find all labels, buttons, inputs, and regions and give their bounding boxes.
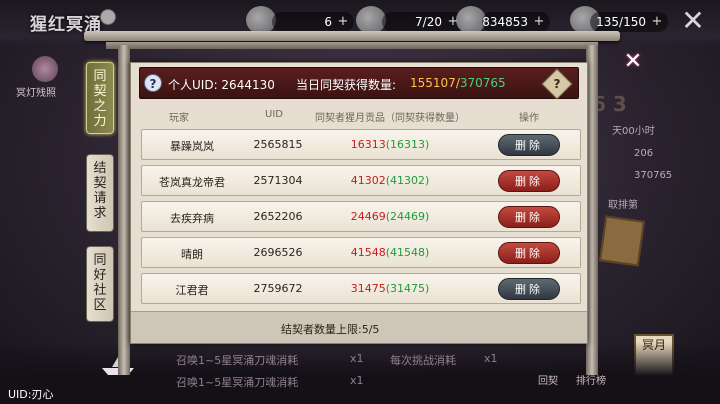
gained-value: (31475): [385, 282, 430, 295]
logo-badge-icon: [100, 9, 116, 25]
tab-label: 结契请求: [93, 161, 107, 221]
player-name: 暴躁岚岚: [170, 140, 214, 153]
tab-label: 同好社区: [93, 253, 107, 313]
info-icon-glyph: ?: [553, 77, 561, 91]
amount-value: 41548: [350, 246, 386, 259]
bg-line-2: 召唤1~5星冥涌刀魂消耗: [176, 376, 299, 389]
bg-line-6: x1: [484, 352, 498, 365]
remove-button[interactable]: 删除: [498, 134, 560, 156]
bg-line-5: 每次挑战消耗: [390, 354, 456, 367]
column-uid: UID: [265, 109, 283, 120]
amount-value: 31475: [350, 282, 386, 295]
bg-text-1: 天00小时: [612, 126, 655, 137]
daily-gain-max: 370765: [459, 76, 506, 90]
lantern-icon[interactable]: [32, 56, 58, 82]
column-player: 玩家: [169, 113, 189, 124]
resource-1-value: 6: [324, 15, 332, 29]
player-name: 晴朗: [181, 248, 203, 261]
table-row: 苍岚真龙帝君 2571304 41302(41302) 删除: [141, 165, 581, 196]
plus-icon[interactable]: +: [650, 15, 664, 29]
player-uid: 2571304: [253, 174, 303, 187]
frame-pillar-left: [118, 45, 130, 375]
bg-text-2: 206: [634, 148, 654, 159]
amount-value: 41302: [350, 174, 386, 187]
table-row: 晴朗 2696526 41548(41548) 删除: [141, 237, 581, 268]
tab-community[interactable]: 同好社区: [86, 246, 114, 322]
table-row: 暴躁岚岚 2565815 16313(16313) 删除: [141, 129, 581, 160]
daily-gain-value: 155107/370765: [410, 76, 506, 90]
daily-gain-current: 155107: [410, 76, 456, 90]
gained-value: (41548): [385, 246, 430, 259]
close-icon[interactable]: ✕: [622, 51, 644, 74]
resource-4-value: 135/150: [596, 15, 646, 29]
player-uid: UID:刃心: [8, 388, 54, 401]
player-uid: 2759672: [253, 282, 303, 295]
tongqi-panel: ? 个人UID: 2644130 当日同契获得数量: 155107/370765…: [130, 62, 588, 344]
amount-value: 16313: [350, 138, 386, 151]
plus-icon[interactable]: +: [532, 15, 546, 29]
table-row: 去疾弃病 2652206 24469(24469) 删除: [141, 201, 581, 232]
player-name: 去疾弃病: [170, 212, 214, 225]
gained-value: (41302): [385, 174, 430, 187]
bg-text-4: 取排第: [608, 200, 638, 211]
tab-tongqi[interactable]: 同契之力: [86, 62, 114, 134]
member-limit: 结契者数量上限:5/5: [281, 323, 380, 336]
help-icon[interactable]: ?: [144, 74, 162, 92]
gained-value: (16313): [385, 138, 430, 151]
player-name: 江君君: [175, 284, 209, 297]
bg-line-1: 召唤1~5星冥涌刀魂消耗: [176, 354, 299, 367]
bg-card: [598, 215, 646, 267]
close-icon[interactable]: ✕: [680, 7, 706, 35]
daily-gain-label: 当日同契获得数量:: [296, 78, 397, 92]
resource-3-value: 834853: [482, 15, 528, 29]
bg-line-3: x1: [350, 352, 364, 365]
info-icon[interactable]: ?: [541, 68, 573, 100]
panel-header: ? 个人UID: 2644130 当日同契获得数量: 155107/370765…: [139, 67, 579, 100]
remove-button[interactable]: 删除: [498, 242, 560, 264]
plus-icon[interactable]: +: [336, 15, 350, 29]
gained-value: (24469): [385, 210, 430, 223]
bg-button-1[interactable]: 回契: [538, 372, 558, 387]
resource-1: 6 +: [272, 12, 354, 32]
player-amount: 41548(41548): [330, 246, 450, 259]
personal-uid: 个人UID: 2644130: [168, 78, 275, 92]
column-amount: 同契者猩月贡品（同契获得数量）: [315, 113, 465, 124]
player-uid: 2652206: [253, 210, 303, 223]
tab-jieqi-requests[interactable]: 结契请求: [86, 154, 114, 232]
table-row: 江君君 2759672 31475(31475) 删除: [141, 273, 581, 304]
bg-text-3: 370765: [634, 170, 673, 181]
resource-2: 7/20 +: [382, 12, 464, 32]
player-amount: 31475(31475): [330, 282, 450, 295]
player-name: 苍岚真龙帝君: [159, 176, 225, 189]
player-amount: 41302(41302): [330, 174, 450, 187]
resource-3: 834853 +: [482, 12, 550, 32]
bg-line-4: x1: [350, 374, 364, 387]
column-action: 操作: [519, 113, 539, 124]
player-amount: 24469(24469): [330, 210, 450, 223]
side-menu-label: 冥灯残照: [16, 88, 56, 99]
remove-button[interactable]: 删除: [498, 170, 560, 192]
frame-beam-lower: [106, 42, 598, 49]
remove-button[interactable]: 删除: [498, 278, 560, 300]
player-amount: 16313(16313): [330, 138, 450, 151]
resource-4: 135/150 +: [590, 12, 668, 32]
amount-value: 24469: [350, 210, 386, 223]
remove-button[interactable]: 删除: [498, 206, 560, 228]
resource-2-value: 7/20: [415, 15, 442, 29]
frame-beam: [84, 31, 620, 41]
tab-label: 同契之力: [93, 69, 107, 129]
player-uid: 2696526: [253, 246, 303, 259]
player-uid: 2565815: [253, 138, 303, 151]
